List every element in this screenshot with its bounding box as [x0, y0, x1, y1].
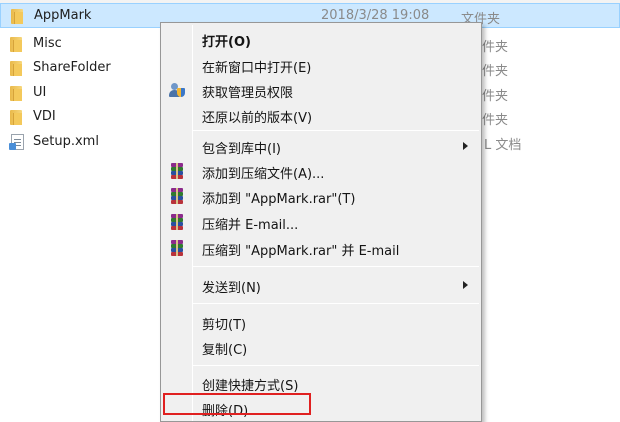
menu-item-copy[interactable]: 复制(C) [161, 335, 481, 360]
file-name: ShareFolder [33, 60, 111, 75]
menu-item-label: 添加到压缩文件(A)... [202, 167, 325, 182]
folder-icon [10, 36, 26, 52]
folder-icon [10, 60, 26, 76]
winrar-icon [169, 214, 185, 230]
winrar-icon [169, 240, 185, 256]
menu-item-label: 还原以前的版本(V) [202, 111, 313, 126]
menu-item-include-in-library[interactable]: 包含到库中(I) [161, 134, 481, 159]
menu-separator [193, 266, 479, 267]
menu-item-add-to-rar[interactable]: 添加到 "AppMark.rar"(T) [161, 184, 481, 209]
file-name: VDI [33, 109, 56, 124]
menu-item-take-ownership[interactable]: 获取管理员权限 [161, 78, 481, 103]
winrar-icon [169, 188, 185, 204]
menu-separator [193, 130, 479, 131]
file-type: 件夹 [482, 89, 509, 104]
file-name: AppMark [34, 8, 92, 23]
menu-item-label: 获取管理员权限 [202, 86, 294, 101]
file-date: 2018/3/28 19:08 [321, 8, 430, 23]
folder-icon [10, 109, 26, 125]
menu-item-label: 复制(C) [202, 343, 248, 358]
menu-item-add-to-archive[interactable]: 添加到压缩文件(A)... [161, 159, 481, 184]
file-type: 件夹 [482, 113, 509, 128]
menu-separator [193, 303, 479, 304]
file-name: Setup.xml [33, 134, 99, 149]
file-name: UI [33, 85, 47, 100]
menu-item-label: 剪切(T) [202, 318, 247, 333]
menu-item-label: 包含到库中(I) [202, 142, 281, 157]
menu-item-send-to[interactable]: 发送到(N) [161, 273, 481, 298]
menu-item-open[interactable]: 打开(O) [161, 27, 481, 52]
menu-item-label: 在新窗口中打开(E) [202, 61, 312, 76]
submenu-arrow-icon [463, 281, 468, 289]
menu-item-label: 添加到 "AppMark.rar"(T) [202, 192, 356, 207]
menu-item-cut[interactable]: 剪切(T) [161, 310, 481, 335]
folder-icon [10, 85, 26, 101]
menu-item-compress-rar-email[interactable]: 压缩到 "AppMark.rar" 并 E-mail [161, 236, 481, 261]
xml-file-icon [9, 134, 26, 150]
menu-separator [193, 365, 479, 366]
file-name: Misc [33, 36, 62, 51]
file-type: 件夹 [482, 64, 509, 79]
admin-shield-icon [169, 82, 185, 98]
menu-item-label: 压缩到 "AppMark.rar" 并 E-mail [202, 244, 400, 259]
menu-item-compress-email[interactable]: 压缩并 E-mail... [161, 210, 481, 235]
menu-item-open-new-window[interactable]: 在新窗口中打开(E) [161, 53, 481, 78]
submenu-arrow-icon [463, 142, 468, 150]
menu-item-label: 打开(O) [202, 35, 251, 50]
context-menu: 打开(O) 在新窗口中打开(E) 获取管理员权限 还原以前的版本(V) 包含到库… [160, 22, 482, 422]
file-type: L 文档 [484, 138, 522, 153]
winrar-icon [169, 163, 185, 179]
menu-item-label: 创建快捷方式(S) [202, 379, 299, 394]
menu-item-restore-previous[interactable]: 还原以前的版本(V) [161, 103, 481, 128]
menu-item-label: 发送到(N) [202, 281, 261, 296]
menu-item-label: 压缩并 E-mail... [202, 218, 299, 233]
file-type: 件夹 [482, 40, 509, 55]
folder-icon [11, 8, 27, 24]
